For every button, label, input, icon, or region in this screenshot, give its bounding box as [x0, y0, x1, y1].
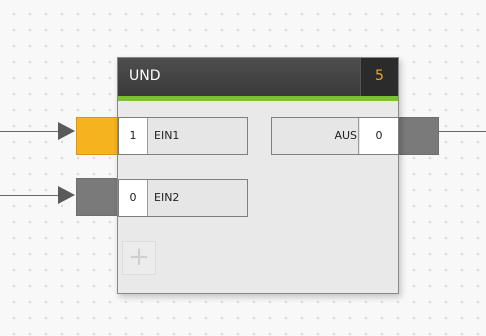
output-value-aus: 0	[360, 118, 398, 154]
input-value-ein1[interactable]: 1	[119, 118, 147, 154]
output-port[interactable]	[398, 117, 439, 155]
input-value-ein2[interactable]: 0	[119, 180, 147, 216]
block-number: 5	[375, 68, 384, 84]
input-wire-2	[0, 195, 62, 196]
output-field-aus[interactable]: AUS 0	[271, 117, 399, 155]
input-port-1[interactable]	[76, 117, 118, 155]
input-field-ein1[interactable]: 1 EIN1	[118, 117, 248, 155]
status-bar	[118, 96, 398, 101]
output-wire	[439, 131, 486, 132]
output-separator	[358, 118, 359, 154]
input-label-ein1: EIN1	[154, 129, 180, 142]
block-title: UND	[129, 68, 161, 84]
input-separator	[147, 180, 148, 216]
output-label-aus: AUS	[334, 129, 357, 142]
input-arrow-1-icon	[58, 122, 75, 140]
input-wire-1	[0, 131, 62, 132]
input-separator	[147, 118, 148, 154]
input-port-2[interactable]	[76, 178, 118, 216]
logic-block-und[interactable]: UND 5 1 EIN1 0 EIN2 AUS 0	[117, 57, 399, 294]
input-field-ein2[interactable]: 0 EIN2	[118, 179, 248, 217]
add-input-button[interactable]: +	[122, 241, 156, 275]
block-header[interactable]: UND 5	[118, 58, 398, 96]
plus-icon: +	[128, 242, 150, 272]
input-arrow-2-icon	[58, 186, 75, 204]
input-label-ein2: EIN2	[154, 191, 180, 204]
block-number-box: 5	[360, 58, 398, 96]
